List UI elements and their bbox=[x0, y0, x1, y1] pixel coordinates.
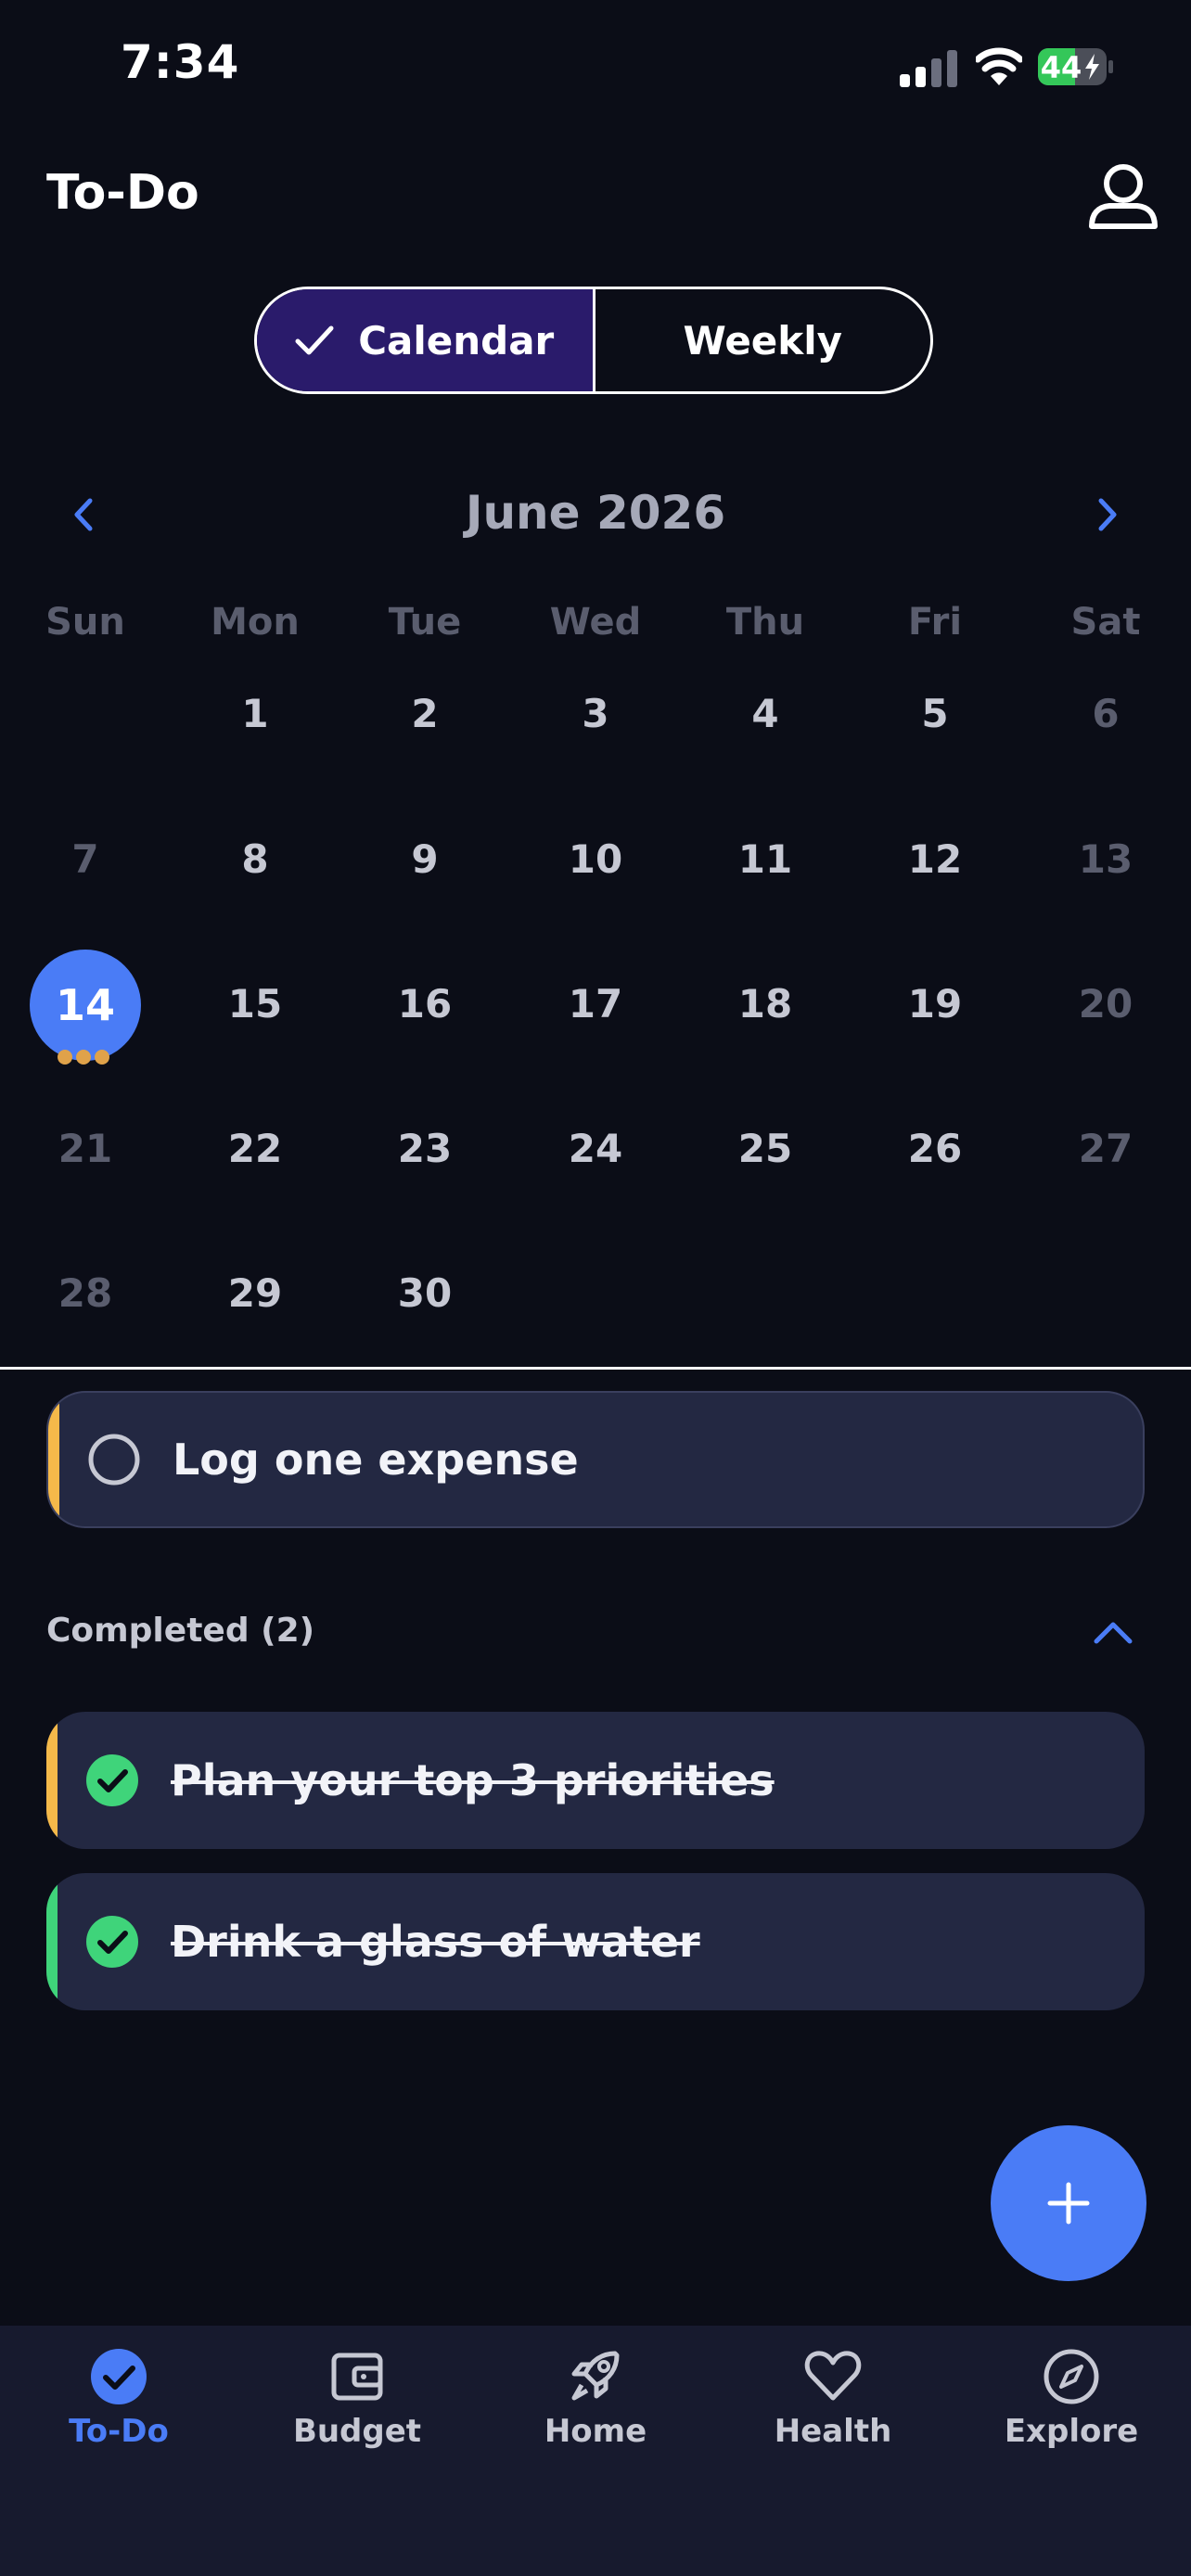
task-indicator-dots bbox=[58, 1050, 113, 1065]
tab-label: Explore bbox=[1004, 2413, 1139, 2450]
tab-todo[interactable]: To-Do bbox=[17, 2346, 221, 2450]
tab-label: To-Do bbox=[69, 2413, 169, 2450]
check-circle-icon bbox=[91, 2349, 147, 2404]
calendar-day[interactable]: 26 bbox=[850, 1126, 1020, 1171]
task-item-plan-priorities[interactable]: Plan your top 3 priorities bbox=[46, 1712, 1145, 1849]
tab-explore[interactable]: Explore bbox=[969, 2346, 1173, 2450]
weekly-view-label: Weekly bbox=[683, 317, 842, 363]
weekday-label: Wed bbox=[549, 601, 642, 644]
wallet-icon bbox=[331, 2353, 383, 2401]
calendar-day[interactable]: 27 bbox=[1020, 1126, 1191, 1171]
calendar-day[interactable]: 11 bbox=[680, 836, 851, 882]
task-accent-bar bbox=[48, 1393, 59, 1526]
calendar-day[interactable]: 23 bbox=[339, 1126, 510, 1171]
chevron-right-icon[interactable] bbox=[1083, 491, 1130, 538]
calendar-day[interactable]: 16 bbox=[339, 981, 510, 1027]
tab-label: Budget bbox=[292, 2413, 422, 2450]
calendar-divider bbox=[0, 1367, 1191, 1370]
wifi-icon bbox=[976, 47, 1022, 85]
tab-health[interactable]: Health bbox=[731, 2346, 935, 2450]
calendar-day[interactable]: 22 bbox=[170, 1126, 340, 1171]
check-circle-icon[interactable] bbox=[85, 1915, 139, 1969]
calendar-day[interactable]: 30 bbox=[339, 1270, 510, 1316]
calendar-day[interactable]: 7 bbox=[0, 836, 171, 882]
calendar-day[interactable]: 1 bbox=[170, 691, 340, 736]
view-toggle: Calendar Weekly bbox=[254, 287, 933, 394]
weekly-view-button[interactable]: Weekly bbox=[596, 289, 931, 391]
calendar-day[interactable]: 21 bbox=[0, 1126, 171, 1171]
profile-icon[interactable] bbox=[1087, 163, 1159, 230]
weekday-label: Sat bbox=[1070, 601, 1141, 644]
rocket-icon bbox=[571, 2351, 620, 2401]
calendar-day[interactable]: 18 bbox=[680, 981, 851, 1027]
page-title: To-Do bbox=[46, 165, 199, 221]
heart-icon bbox=[804, 2351, 862, 2401]
weekday-header: Sun Mon Tue Wed Thu Fri Sat bbox=[0, 601, 1191, 657]
tab-label: Health bbox=[774, 2413, 892, 2450]
task-item-drink-water[interactable]: Drink a glass of water bbox=[46, 1873, 1145, 2010]
calendar-day[interactable]: 24 bbox=[510, 1126, 681, 1171]
task-label: Plan your top 3 priorities bbox=[171, 1755, 775, 1805]
compass-icon bbox=[1044, 2349, 1099, 2404]
calendar-day[interactable]: 3 bbox=[510, 691, 681, 736]
battery-level: 44 bbox=[1040, 50, 1082, 85]
weekday-label: Thu bbox=[725, 601, 805, 644]
checkmark-icon bbox=[295, 325, 334, 355]
calendar-day[interactable]: 28 bbox=[0, 1270, 171, 1316]
calendar-view-button[interactable]: Calendar bbox=[257, 289, 596, 391]
calendar-day[interactable]: 15 bbox=[170, 981, 340, 1027]
chevron-up-icon[interactable] bbox=[1091, 1613, 1135, 1651]
calendar-day[interactable]: 20 bbox=[1020, 981, 1191, 1027]
calendar-day[interactable]: 12 bbox=[850, 836, 1020, 882]
calendar-day[interactable]: 4 bbox=[680, 691, 851, 736]
calendar-day[interactable]: 8 bbox=[170, 836, 340, 882]
selected-day[interactable]: 14 bbox=[30, 950, 141, 1061]
calendar-day[interactable]: 2 bbox=[339, 691, 510, 736]
task-accent-bar bbox=[46, 1712, 58, 1849]
completed-section-header[interactable]: Completed (2) bbox=[46, 1612, 314, 1650]
tab-budget[interactable]: Budget bbox=[255, 2346, 459, 2450]
plus-icon bbox=[1047, 2182, 1090, 2225]
task-accent-bar bbox=[46, 1873, 58, 2010]
calendar-view-label: Calendar bbox=[358, 317, 555, 363]
status-time: 7:34 bbox=[121, 35, 240, 89]
check-circle-icon[interactable] bbox=[85, 1753, 139, 1807]
calendar-day[interactable]: 17 bbox=[510, 981, 681, 1027]
cellular-signal-icon bbox=[900, 50, 957, 87]
calendar-day[interactable]: 13 bbox=[1020, 836, 1191, 882]
task-item-log-expense[interactable]: Log one expense bbox=[46, 1391, 1145, 1528]
battery-icon: 44 bbox=[1037, 46, 1115, 87]
task-label: Log one expense bbox=[173, 1435, 579, 1485]
calendar-day[interactable]: 19 bbox=[850, 981, 1020, 1027]
weekday-label: Tue bbox=[388, 601, 462, 644]
calendar-day[interactable]: 10 bbox=[510, 836, 681, 882]
calendar-day[interactable]: 25 bbox=[680, 1126, 851, 1171]
empty-circle-icon[interactable] bbox=[87, 1433, 141, 1486]
task-label: Drink a glass of water bbox=[171, 1917, 700, 1967]
calendar-day[interactable]: 29 bbox=[170, 1270, 340, 1316]
calendar-day[interactable]: 5 bbox=[850, 691, 1020, 736]
tab-home[interactable]: Home bbox=[493, 2346, 698, 2450]
tab-label: Home bbox=[544, 2413, 647, 2450]
month-label: June 2026 bbox=[465, 486, 726, 540]
weekday-label: Fri bbox=[907, 601, 963, 644]
add-task-button[interactable] bbox=[991, 2125, 1146, 2281]
calendar-day[interactable]: 9 bbox=[339, 836, 510, 882]
calendar-day[interactable]: 6 bbox=[1020, 691, 1191, 736]
weekday-label: Mon bbox=[211, 601, 300, 644]
weekday-label: Sun bbox=[45, 601, 125, 644]
